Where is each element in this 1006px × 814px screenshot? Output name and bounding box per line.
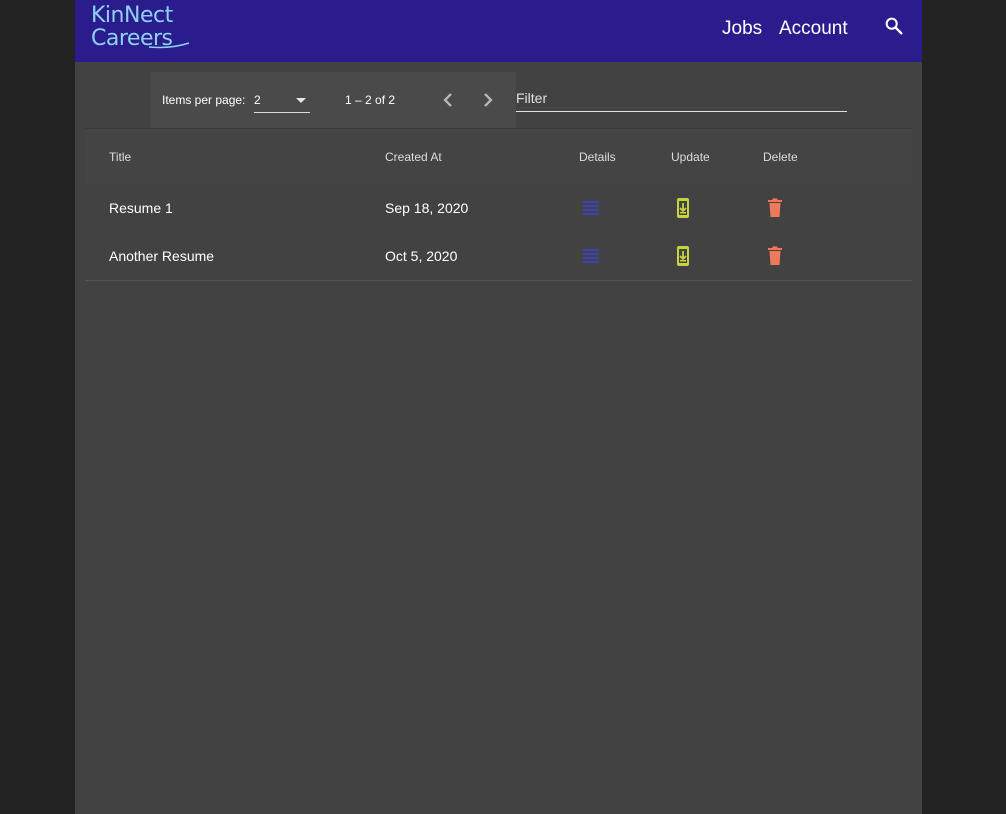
filter-placeholder: Filter <box>516 90 548 106</box>
chevron-right-icon[interactable] <box>476 88 500 112</box>
column-header-update: Update <box>671 150 710 164</box>
items-per-page-value: 2 <box>254 93 261 107</box>
kinnect-careers-logo[interactable]: KinNect Careers <box>91 3 191 53</box>
search-icon[interactable] <box>883 15 905 37</box>
chevron-left-icon[interactable] <box>436 88 460 112</box>
subject-icon[interactable] <box>579 244 603 268</box>
system-update-icon[interactable] <box>671 244 695 268</box>
top-toolbar: KinNect Careers Jobs Account <box>75 0 922 62</box>
items-per-page-label: Items per page: <box>162 93 246 107</box>
delete-icon[interactable] <box>763 244 787 268</box>
resume-created-at: Oct 5, 2020 <box>385 248 458 264</box>
column-header-created-at[interactable]: Created At <box>385 150 442 164</box>
resume-title: Another Resume <box>109 248 215 264</box>
items-per-page-select[interactable]: 2 <box>254 88 310 113</box>
table-header-row: Title Created At Details Update Delete <box>85 128 912 186</box>
resume-title: Resume 1 <box>109 200 173 216</box>
table-row: Resume 1 Sep 18, 2020 <box>85 184 912 233</box>
nav-account-link[interactable]: Account <box>779 18 848 40</box>
column-header-title[interactable]: Title <box>109 150 131 164</box>
delete-icon[interactable] <box>763 196 787 220</box>
paginator: Items per page: 2 1 – 2 of 2 <box>150 72 516 128</box>
page-range-label: 1 – 2 of 2 <box>345 93 396 107</box>
column-header-delete: Delete <box>763 150 798 164</box>
filter-input[interactable]: Filter <box>516 86 847 112</box>
app-container: KinNect Careers Jobs Account Items per p… <box>75 0 922 814</box>
column-header-details: Details <box>579 150 616 164</box>
logo-swoosh-icon <box>148 42 190 49</box>
resume-created-at: Sep 18, 2020 <box>385 200 469 216</box>
table-row: Another Resume Oct 5, 2020 <box>85 232 912 281</box>
subject-icon[interactable] <box>579 196 603 220</box>
nav-jobs-link[interactable]: Jobs <box>722 18 762 40</box>
dropdown-arrow-icon <box>296 98 306 103</box>
system-update-icon[interactable] <box>671 196 695 220</box>
resumes-table: Title Created At Details Update Delete R… <box>85 128 912 281</box>
